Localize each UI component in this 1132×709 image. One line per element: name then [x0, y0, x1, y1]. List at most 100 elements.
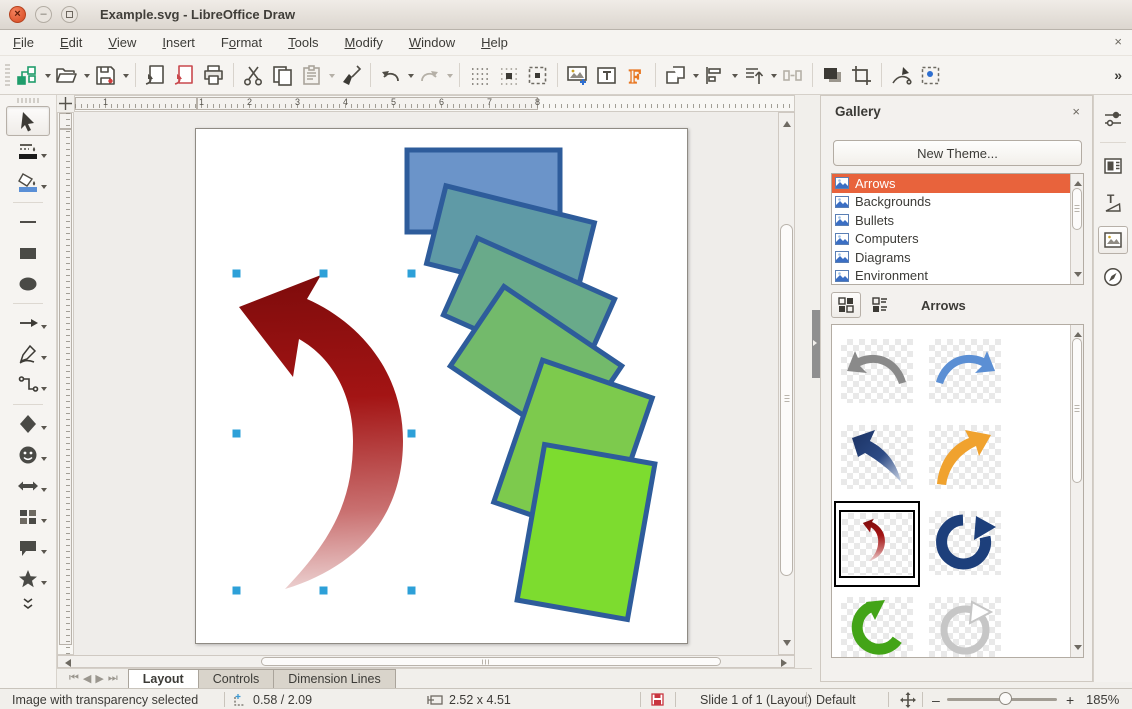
- distribute-button[interactable]: [779, 61, 806, 90]
- gallery-item-orange-curved-arrow[interactable]: [922, 415, 1008, 499]
- vertical-scroll-thumb[interactable]: [780, 224, 793, 576]
- document-close-icon[interactable]: ×: [1114, 34, 1122, 49]
- gallery-close-icon[interactable]: ×: [1072, 104, 1080, 119]
- rectangle-tool[interactable]: [6, 238, 50, 268]
- flowchart-tool[interactable]: [6, 502, 50, 532]
- scroll-down-icon[interactable]: [1074, 272, 1082, 281]
- align-objects-button[interactable]: [701, 61, 728, 90]
- symbol-shapes-tool[interactable]: [6, 440, 50, 470]
- zoom-in-button[interactable]: +: [1066, 689, 1074, 709]
- lines-and-arrows-tool[interactable]: [6, 308, 50, 338]
- expand-toolbar-button[interactable]: [6, 595, 50, 613]
- transformations-button[interactable]: [662, 61, 689, 90]
- scroll-up-icon[interactable]: [1074, 328, 1082, 337]
- menu-file[interactable]: File: [0, 31, 47, 54]
- toolbar-grip[interactable]: [5, 64, 10, 86]
- export-pdf-button[interactable]: [171, 61, 198, 90]
- new-drawing-button[interactable]: [14, 61, 41, 90]
- insert-text-box-button[interactable]: [593, 61, 620, 90]
- snap-to-grid-button[interactable]: [495, 61, 522, 90]
- line-style-caret[interactable]: [41, 154, 47, 161]
- red-curved-arrow-image[interactable]: [239, 275, 403, 589]
- document-modified-icon[interactable]: [651, 689, 664, 709]
- line-style-tool[interactable]: [6, 137, 50, 167]
- sidebar-tab-page[interactable]: [1098, 152, 1128, 180]
- horizontal-scroll-thumb[interactable]: [261, 657, 721, 666]
- lines-arrows-caret[interactable]: [41, 325, 47, 332]
- arrange-button[interactable]: [740, 61, 767, 90]
- sidebar-tab-navigator[interactable]: [1098, 263, 1128, 291]
- selection-handle[interactable]: [408, 430, 416, 438]
- zoom-slider-thumb[interactable]: [999, 692, 1012, 705]
- selection-handle[interactable]: [408, 587, 416, 595]
- vertical-scrollbar[interactable]: [778, 112, 795, 655]
- gallery-item-outline-circular-arrow[interactable]: [922, 587, 1008, 658]
- sidebar-tab-properties[interactable]: [1098, 105, 1128, 133]
- detailed-view-button[interactable]: [865, 292, 895, 318]
- export-button[interactable]: [142, 61, 169, 90]
- block-arrows-caret[interactable]: [41, 488, 47, 495]
- transformations-dropdown-caret[interactable]: [693, 74, 699, 81]
- gallery-item-red-curved-arrow[interactable]: [834, 501, 920, 587]
- curves-tool[interactable]: [6, 339, 50, 369]
- gallery-scrollbar[interactable]: [1070, 325, 1083, 657]
- connectors-tool[interactable]: [6, 370, 50, 400]
- gallery-item-blue-curved-arrow[interactable]: [922, 329, 1008, 413]
- fit-slide-button[interactable]: [900, 689, 916, 709]
- next-page-button[interactable]: ▶: [95, 672, 103, 685]
- insert-line-tool[interactable]: [6, 207, 50, 237]
- splitter-handle[interactable]: [812, 310, 820, 378]
- basic-shapes-caret[interactable]: [41, 426, 47, 433]
- zoom-slider-track[interactable]: [947, 698, 1057, 701]
- selection-handle[interactable]: [320, 270, 328, 278]
- menu-tools[interactable]: Tools: [275, 31, 331, 54]
- last-page-button[interactable]: ⏭: [108, 672, 118, 685]
- connectors-caret[interactable]: [41, 387, 47, 394]
- undo-button[interactable]: [377, 61, 404, 90]
- toolbar-overflow-button[interactable]: »: [1114, 67, 1122, 83]
- ellipse-tool[interactable]: [6, 269, 50, 299]
- select-tool[interactable]: [6, 106, 50, 136]
- sidebar-tab-gallery[interactable]: [1098, 226, 1128, 254]
- theme-computers[interactable]: Computers: [832, 230, 1083, 249]
- sidebar-splitter[interactable]: [812, 95, 820, 688]
- selection-handle[interactable]: [320, 587, 328, 595]
- sidebar-tab-shapes[interactable]: T: [1098, 189, 1128, 217]
- scroll-up-icon[interactable]: [783, 117, 791, 127]
- window-maximize-button[interactable]: [61, 6, 78, 23]
- menu-modify[interactable]: Modify: [332, 31, 396, 54]
- flowchart-caret[interactable]: [41, 519, 47, 526]
- cursor-position[interactable]: 0.58 / 2.09: [253, 689, 312, 709]
- redo-dropdown-caret[interactable]: [447, 74, 453, 81]
- selection-handle[interactable]: [233, 270, 241, 278]
- cut-button[interactable]: [240, 61, 267, 90]
- gallery-item-navy-arrow[interactable]: [834, 415, 920, 499]
- open-button[interactable]: [53, 61, 80, 90]
- gallery-item-navy-circular-arrow[interactable]: [922, 501, 1008, 585]
- cascade-rect-6[interactable]: [517, 444, 655, 619]
- selection-handle[interactable]: [233, 430, 241, 438]
- callouts-tool[interactable]: [6, 533, 50, 563]
- first-page-button[interactable]: ⏮: [69, 672, 79, 685]
- paste-dropdown-caret[interactable]: [329, 74, 335, 81]
- undo-dropdown-caret[interactable]: [408, 74, 414, 81]
- align-dropdown-caret[interactable]: [732, 74, 738, 81]
- scroll-thumb[interactable]: [1072, 188, 1082, 230]
- crop-button[interactable]: [848, 61, 875, 90]
- print-button[interactable]: [200, 61, 227, 90]
- zoom-out-button[interactable]: –: [932, 689, 940, 709]
- tab-dimension-lines[interactable]: Dimension Lines: [273, 669, 395, 688]
- selection-handle[interactable]: [233, 587, 241, 595]
- window-close-button[interactable]: ×: [9, 6, 26, 23]
- drawing-toolbar-grip[interactable]: [17, 98, 39, 103]
- fontwork-button[interactable]: F: [622, 61, 649, 90]
- fill-color-tool[interactable]: [6, 168, 50, 198]
- menu-help[interactable]: Help: [468, 31, 521, 54]
- canvas-viewport[interactable]: [74, 112, 795, 655]
- new-dropdown-caret[interactable]: [45, 74, 51, 81]
- basic-shapes-tool[interactable]: [6, 409, 50, 439]
- menu-format[interactable]: Format: [208, 31, 275, 54]
- paste-button[interactable]: [298, 61, 325, 90]
- horizontal-scrollbar[interactable]: [57, 655, 795, 668]
- stars-tool[interactable]: [6, 564, 50, 594]
